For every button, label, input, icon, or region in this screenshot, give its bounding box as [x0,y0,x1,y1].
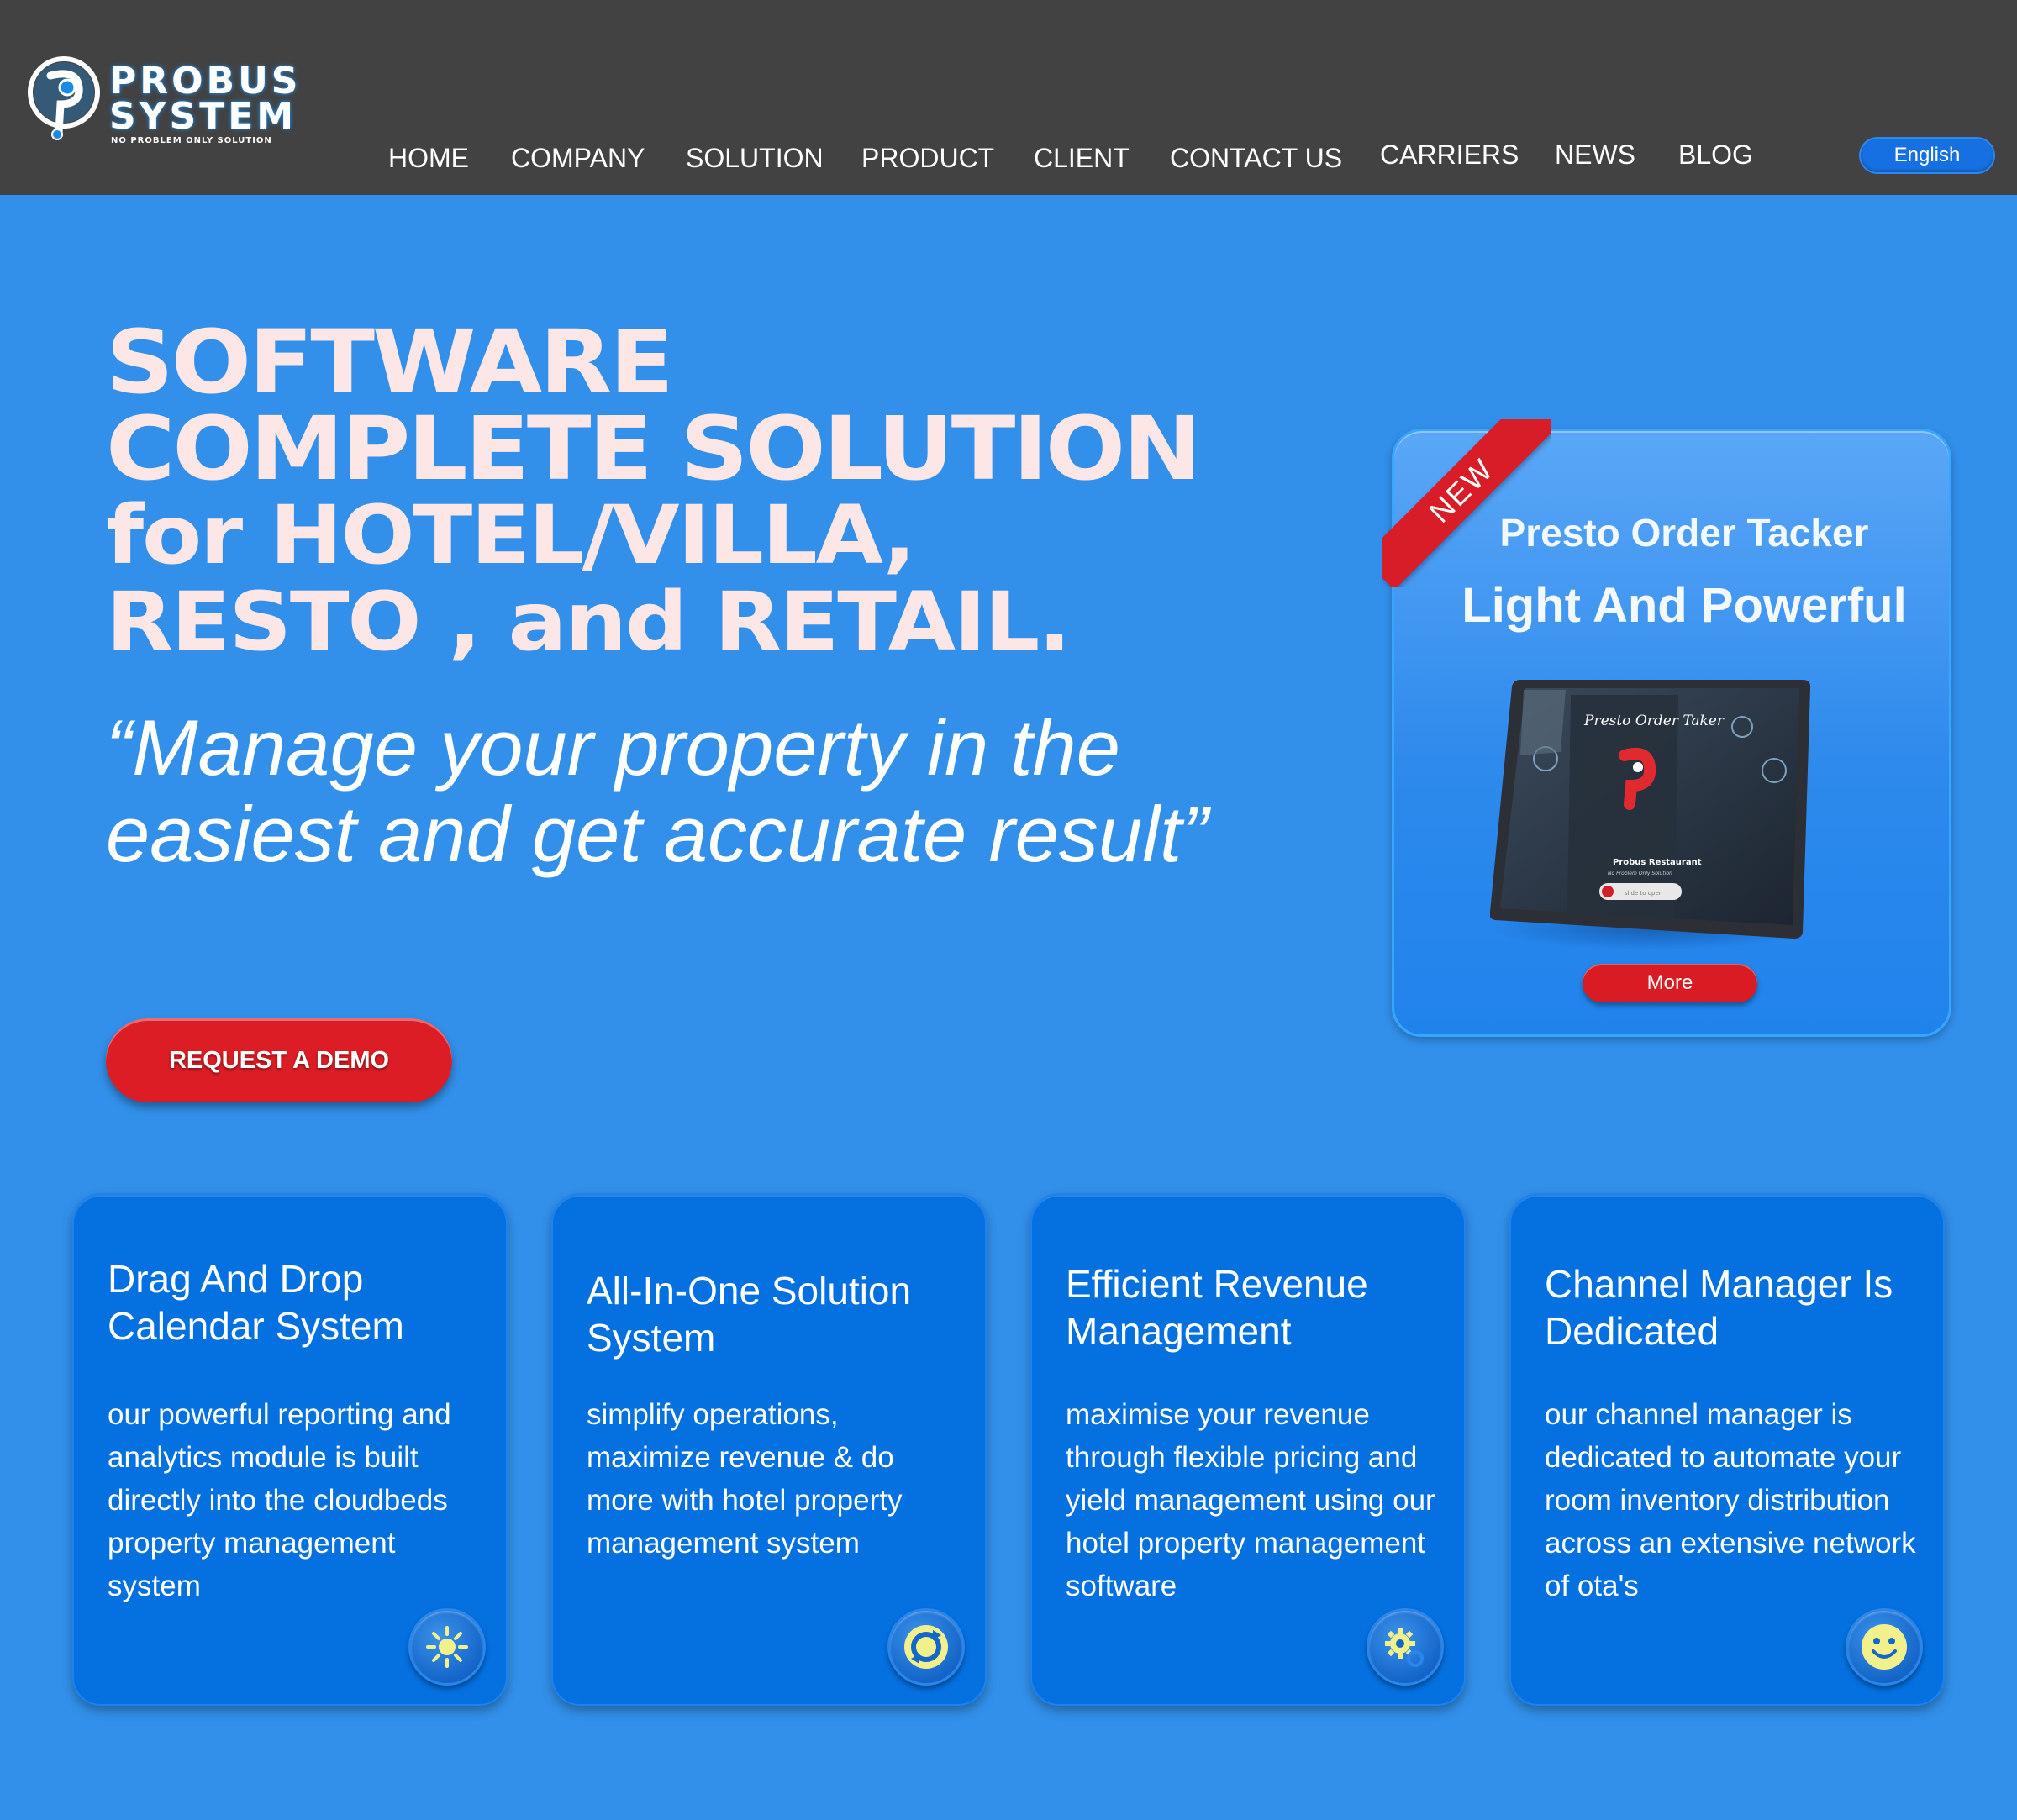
more-button[interactable]: More [1583,964,1757,1002]
nav-product[interactable]: PRODUCT [861,143,994,173]
nav-contact-us[interactable]: CONTACT US [1170,143,1342,173]
request-demo-button[interactable]: REQUEST A DEMO [106,1018,452,1102]
hero-quote: “Manage your property in the easiest and… [106,703,1209,878]
tablet-restaurant: Probus Restaurant [1613,858,1702,867]
hero-title-line4: RESTO , and RETAIL. [106,575,1072,669]
feature-description: simplify operations, maximize revenue & … [587,1398,903,1560]
hero-title-line2: COMPLETE SOLUTION [106,397,1202,500]
feature-description: our channel manager is dedicated to auto… [1545,1398,1916,1602]
hero-title: SOFTWARE COMPLETE SOLUTION for HOTEL/VIL… [106,311,1286,669]
feature-description: maximise your revenue through flexible p… [1066,1398,1435,1602]
smiley-icon[interactable] [1846,1608,1923,1686]
new-ribbon-label: NEW [1382,419,1551,587]
product-subtitle: Light And Powerful [1461,578,1907,633]
product-title: Presto Order Tacker [1499,511,1869,555]
nav-carriers[interactable]: CARRIERS [1380,139,1519,170]
feature-card-revenue: Efficient Revenue Management maximise yo… [1030,1193,1466,1706]
tablet-image: Presto Order Taker Probus Restaurant No … [1490,680,1811,950]
refresh-icon[interactable] [887,1608,965,1686]
main-nav: HOME COMPANY SOLUTION PRODUCT CLIENT CON… [0,0,2017,195]
site-header: PROBUS SYSTEM NO PROBLEM ONLY SOLUTION H… [0,0,2017,195]
nav-news[interactable]: NEWS [1555,139,1635,170]
feature-title: All-In-One Solution System [587,1269,912,1360]
feature-card-channel-manager: Channel Manager Is Dedicated our channel… [1509,1193,1945,1706]
tablet-slider-text: slide to open [1625,890,1662,897]
sun-icon[interactable] [408,1608,486,1686]
new-ribbon: NEW [1382,419,1551,587]
hero-title-line1: SOFTWARE [106,311,674,413]
nav-solution[interactable]: SOLUTION [686,143,824,173]
tablet-restaurant-tagline: No Problem Only Solution [1608,871,1672,876]
gears-icon[interactable] [1367,1608,1444,1686]
language-selector[interactable]: English [1861,139,1993,172]
nav-home[interactable]: HOME [388,143,469,173]
nav-company[interactable]: COMPANY [511,143,645,173]
nav-client[interactable]: CLIENT [1034,143,1130,173]
feature-title: Drag And Drop Calendar System [108,1257,404,1348]
feature-card-calendar: Drag And Drop Calendar System our powerf… [72,1193,508,1706]
feature-card-all-in-one: All-In-One Solution System simplify oper… [551,1193,987,1706]
feature-description: our powerful reporting and analytics mod… [108,1398,451,1602]
hero-title-line3: for HOTEL/VILLA, [106,488,916,582]
feature-title: Efficient Revenue Management [1066,1262,1368,1353]
feature-title: Channel Manager Is Dedicated [1545,1262,1893,1353]
nav-blog[interactable]: BLOG [1678,139,1753,170]
tablet-app-name: Presto Order Taker [1583,713,1725,729]
product-promo-card: NEW Presto Order Tacker Light And Powerf… [1382,419,1951,1037]
